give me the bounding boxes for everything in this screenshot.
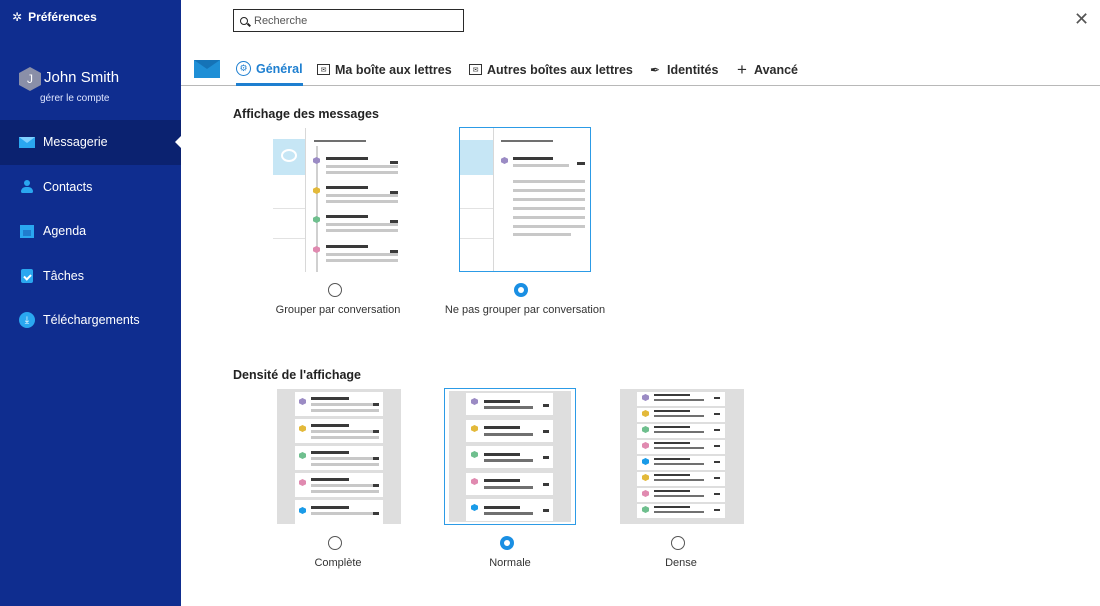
tab-ma-boite[interactable]: ✉ Ma boîte aux lettres — [317, 54, 452, 85]
mailbox-icon: ✉ — [317, 64, 330, 75]
sidebar-item-agenda[interactable]: Agenda — [0, 209, 181, 254]
radio-group-conversation[interactable] — [328, 283, 342, 297]
sidebar-item-taches[interactable]: Tâches — [0, 254, 181, 299]
preview-density-complete[interactable] — [277, 389, 401, 524]
preview-no-group[interactable] — [459, 127, 591, 272]
radio-density-dense[interactable] — [671, 536, 685, 550]
option-label: Ne pas grouper par conversation — [444, 304, 606, 316]
search-input[interactable] — [254, 14, 454, 27]
tab-avance[interactable]: + Avancé — [735, 54, 798, 85]
user-name: John Smith — [44, 69, 120, 86]
option-label: Grouper par conversation — [275, 304, 401, 316]
tab-label: Général — [256, 61, 303, 76]
gear-icon: ✲ — [12, 10, 23, 24]
option-label: Normale — [489, 557, 531, 569]
sidebar-item-label: Téléchargements — [43, 313, 140, 328]
signature-pen-icon: ✒ — [649, 62, 661, 77]
tab-general[interactable]: ⚙ Général — [236, 54, 303, 86]
tab-label: Ma boîte aux lettres — [335, 62, 452, 77]
sidebar-item-label: Tâches — [43, 268, 84, 283]
other-mailboxes-icon: ✉ — [469, 64, 482, 75]
selected-folder-highlight — [460, 140, 493, 175]
conversation-bubble-icon — [273, 139, 305, 175]
plus-icon: + — [737, 59, 747, 79]
sidebar-item-messagerie[interactable]: Messagerie — [0, 120, 181, 165]
download-icon: ⤓ — [19, 312, 35, 329]
tasks-icon — [19, 268, 35, 284]
mail-icon — [194, 60, 220, 78]
tab-identites[interactable]: ✒ Identités — [648, 54, 718, 85]
general-settings-icon: ⚙ — [236, 61, 251, 76]
density-section-title: Densité de l'affichage — [233, 368, 362, 382]
close-icon[interactable]: ✕ — [1074, 10, 1089, 28]
preferences-title: ✲ Préférences — [12, 10, 97, 24]
preview-density-dense[interactable] — [620, 389, 744, 524]
tab-bar: ⚙ Général ✉ Ma boîte aux lettres ✉ Autre… — [181, 54, 1100, 86]
preview-density-normal[interactable] — [444, 388, 576, 525]
sidebar-item-label: Agenda — [43, 224, 87, 239]
preferences-title-label: Préférences — [28, 10, 97, 24]
mail-icon — [19, 134, 35, 150]
sidebar: ✲ Préférences J John Smith gérer le comp… — [0, 0, 181, 606]
display-section-title: Affichage des messages — [233, 107, 379, 121]
search-icon — [240, 16, 248, 25]
sidebar-item-label: Contacts — [43, 179, 93, 194]
tab-label: Autres boîtes aux lettres — [487, 62, 633, 77]
sidebar-item-contacts[interactable]: Contacts — [0, 165, 181, 210]
search-box[interactable] — [233, 9, 464, 32]
radio-density-complete[interactable] — [328, 536, 342, 550]
manage-account-link[interactable]: gérer le compte — [40, 93, 109, 104]
radio-density-normal[interactable] — [500, 536, 514, 550]
sidebar-item-telechargements[interactable]: ⤓ Téléchargements — [0, 298, 181, 343]
preview-group-conversation[interactable] — [273, 128, 405, 272]
tab-autres-boites[interactable]: ✉ Autres boîtes aux lettres — [469, 54, 633, 85]
option-label: Complète — [314, 557, 362, 569]
contact-icon — [19, 179, 35, 195]
tab-label: Avancé — [754, 62, 799, 77]
tab-label: Identités — [667, 62, 719, 77]
calendar-icon — [19, 223, 35, 239]
radio-no-group-conversation[interactable] — [514, 283, 528, 297]
sidebar-item-label: Messagerie — [43, 135, 108, 150]
sidebar-nav: Messagerie Contacts Agenda Tâches ⤓ Télé… — [0, 120, 181, 343]
avatar[interactable]: J — [19, 67, 41, 91]
option-label: Dense — [665, 557, 697, 569]
